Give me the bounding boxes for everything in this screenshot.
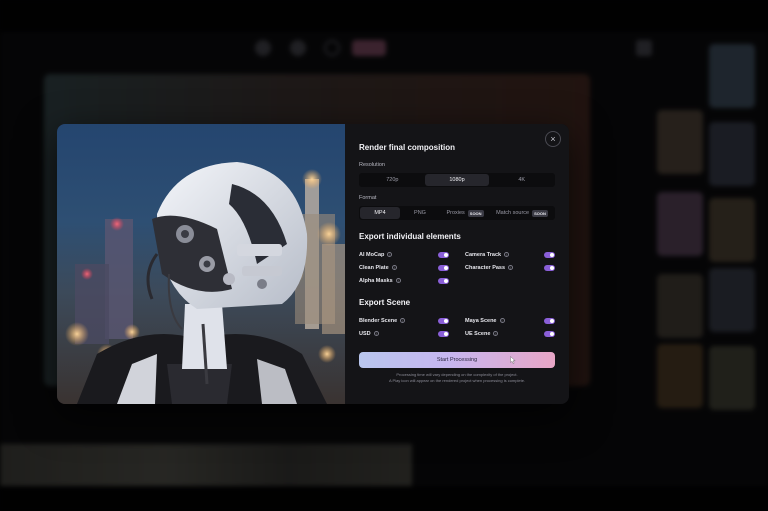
- info-icon[interactable]: i: [373, 331, 379, 336]
- format-selector: MP4 PNG Proxies SOON Match source SOON: [359, 206, 555, 220]
- info-icon[interactable]: i: [493, 331, 499, 336]
- toggle-ue-scene[interactable]: [544, 330, 555, 337]
- format-option-png[interactable]: PNG: [400, 207, 440, 219]
- option-maya-scene: Maya Scene i: [465, 316, 555, 325]
- format-label: Format: [359, 195, 377, 201]
- option-ue-scene: UE Scene i: [465, 329, 555, 338]
- toggle-clean-plate[interactable]: [438, 264, 449, 271]
- option-label: Camera Track: [465, 251, 502, 258]
- format-option-label: PNG: [414, 210, 426, 216]
- modal-title: Render final composition: [359, 143, 456, 152]
- option-label: UE Scene: [465, 330, 491, 337]
- start-processing-button[interactable]: Start Processing: [359, 352, 555, 368]
- render-settings-panel: × Render final composition Resolution 72…: [345, 124, 569, 404]
- resolution-option-720p[interactable]: 720p: [360, 174, 425, 186]
- soon-badge: SOON: [532, 209, 548, 217]
- option-camera-track: Camera Track i: [465, 250, 555, 259]
- export-scene-options: Blender Scene i Maya Scene i USD i UE Sc…: [359, 316, 555, 338]
- export-elements-options: AI MoCap i Camera Track i Clean Plate i …: [359, 250, 555, 285]
- render-modal: × Render final composition Resolution 72…: [57, 124, 569, 404]
- pointer-cursor-icon: [510, 356, 516, 364]
- toggle-character-pass[interactable]: [544, 264, 555, 271]
- option-label: Maya Scene: [465, 317, 497, 324]
- option-label: AI MoCap: [359, 251, 385, 258]
- toggle-blender-scene[interactable]: [438, 317, 449, 324]
- info-icon[interactable]: i: [499, 318, 505, 323]
- format-option-mp4[interactable]: MP4: [360, 207, 400, 219]
- option-label: USD: [359, 330, 371, 337]
- option-label: Character Pass: [465, 264, 506, 271]
- processing-note: Processing time will vary depending on t…: [359, 372, 555, 384]
- resolution-label: Resolution: [359, 162, 385, 168]
- option-blender-scene: Blender Scene i: [359, 316, 449, 325]
- info-icon[interactable]: i: [504, 252, 510, 257]
- export-scene-title: Export Scene: [359, 298, 411, 307]
- option-label: Alpha Masks: [359, 277, 393, 284]
- toggle-usd[interactable]: [438, 330, 449, 337]
- close-icon[interactable]: ×: [545, 131, 561, 147]
- preview-illustration: [65, 162, 345, 404]
- format-option-label: Proxies: [446, 210, 465, 216]
- soon-badge: SOON: [467, 209, 484, 217]
- info-icon[interactable]: i: [400, 318, 406, 323]
- resolution-selector: 720p 1080p 4K: [359, 173, 555, 187]
- option-usd: USD i: [359, 329, 449, 338]
- toggle-maya-scene[interactable]: [544, 317, 555, 324]
- info-icon[interactable]: i: [508, 265, 514, 270]
- info-icon[interactable]: i: [391, 265, 397, 270]
- option-character-pass: Character Pass i: [465, 263, 555, 272]
- toggle-camera-track[interactable]: [544, 251, 555, 258]
- option-ai-mocap: AI MoCap i: [359, 250, 449, 259]
- format-option-label: Match source: [496, 210, 530, 216]
- format-option-proxies[interactable]: Proxies SOON: [440, 207, 490, 219]
- option-alpha-masks: Alpha Masks i: [359, 276, 449, 285]
- option-label: Blender Scene: [359, 317, 398, 324]
- option-label: Clean Plate: [359, 264, 389, 271]
- start-processing-label: Start Processing: [436, 357, 478, 363]
- format-option-match-source[interactable]: Match source SOON: [490, 207, 554, 219]
- option-clean-plate: Clean Plate i: [359, 263, 449, 272]
- toggle-ai-mocap[interactable]: [438, 251, 449, 258]
- resolution-option-4k[interactable]: 4K: [489, 174, 554, 186]
- info-icon[interactable]: i: [395, 278, 401, 283]
- format-option-label: MP4: [374, 210, 386, 216]
- processing-note-line: A Play icon will appear on the rendered …: [388, 378, 526, 383]
- resolution-option-1080p[interactable]: 1080p: [424, 174, 490, 186]
- info-icon[interactable]: i: [387, 252, 393, 257]
- toggle-alpha-masks[interactable]: [438, 277, 449, 284]
- preview-image: [57, 124, 345, 404]
- export-elements-title: Export individual elements: [359, 232, 461, 241]
